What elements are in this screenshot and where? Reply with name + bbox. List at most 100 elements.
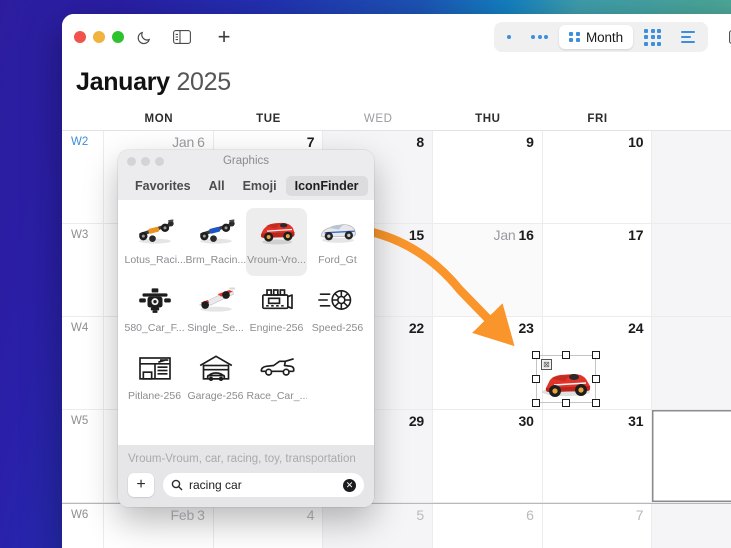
day-number-label: 7 xyxy=(635,507,644,523)
calendar-day-7[interactable]: 7 xyxy=(542,504,653,548)
single-dot-icon xyxy=(507,35,512,39)
view-grid-button[interactable] xyxy=(635,25,670,49)
view-month-button[interactable]: Month xyxy=(559,25,633,49)
weekday-mon: MON xyxy=(144,113,174,125)
icon-result-5[interactable]: Single_Se... xyxy=(185,276,246,344)
580-car-front-icon xyxy=(131,280,179,320)
palette-tab-bar[interactable]: Favorites All Emoji IconFinder xyxy=(118,172,374,200)
resize-handle-bottom-right[interactable] xyxy=(592,399,600,407)
tab-all[interactable]: All xyxy=(200,176,234,196)
day-number-label: Feb 3 xyxy=(170,507,205,523)
icon-result-label: Race_Car_... xyxy=(246,390,307,402)
palette-footer: Vroum-Vroum, car, racing, toy, transport… xyxy=(118,445,374,507)
icon-result-6[interactable]: Engine-256 xyxy=(246,276,307,344)
weekday-sat xyxy=(652,107,731,130)
view-list-button[interactable] xyxy=(672,25,704,49)
resize-handle-top-left[interactable] xyxy=(532,351,540,359)
icon-result-2[interactable]: Vroum-Vro... xyxy=(246,208,307,276)
calendar-day-16[interactable]: Jan 16 xyxy=(433,224,543,316)
icon-result-4[interactable]: 580_Car_F... xyxy=(124,276,185,344)
page-title: January 2025 xyxy=(62,62,731,107)
calendar-day-empty[interactable] xyxy=(652,131,731,223)
calendar-day-10[interactable]: 10 xyxy=(542,131,653,223)
resize-handle-top-center[interactable] xyxy=(562,351,570,359)
view-mode-segmented-control[interactable]: Month xyxy=(494,22,708,52)
icon-result-label: Engine-256 xyxy=(249,322,304,334)
add-event-icon[interactable]: + xyxy=(212,24,236,49)
week-number-w4[interactable]: W4 xyxy=(62,317,104,409)
calendar-day-3[interactable]: Feb 3 xyxy=(104,504,214,548)
calendar-day-empty[interactable] xyxy=(652,317,731,409)
clear-search-icon[interactable]: ✕ xyxy=(343,478,356,492)
calendar-day-empty[interactable] xyxy=(652,504,731,548)
icon-result-label: 580_Car_F... xyxy=(124,322,185,334)
icon-result-1[interactable]: Brm_Racin... xyxy=(185,208,246,276)
tab-favorites[interactable]: Favorites xyxy=(126,176,200,196)
day-number-label: Jan 6 xyxy=(172,134,205,150)
icon-result-10[interactable]: Race_Car_... xyxy=(246,344,307,412)
icon-result-label: Speed-256 xyxy=(311,322,364,334)
palette-minimize-button[interactable] xyxy=(141,157,150,166)
calendar-day-4[interactable]: 4 xyxy=(213,504,324,548)
icon-result-0[interactable]: Lotus_Raci... xyxy=(124,208,185,276)
week-number-w5[interactable]: W5 xyxy=(62,410,104,502)
calendar-day-30[interactable]: 30 xyxy=(433,410,543,502)
view-week-button[interactable] xyxy=(522,25,557,49)
calendar-day-empty[interactable] xyxy=(652,410,731,502)
add-graphic-button[interactable]: + xyxy=(128,473,154,497)
calendar-day-23[interactable]: 23 xyxy=(433,317,543,409)
calendar-day-6[interactable]: 6 xyxy=(433,504,543,548)
brm-racing-car-icon xyxy=(192,212,240,252)
inspector-toggle-icon[interactable] xyxy=(726,25,731,49)
resize-handle-middle-right[interactable] xyxy=(592,375,600,383)
day-number-label: 8 xyxy=(416,134,425,150)
icon-result-9[interactable]: Garage-256 xyxy=(185,344,246,412)
tab-emoji[interactable]: Emoji xyxy=(234,176,286,196)
icon-results-grid: Lotus_Raci... Brm_Racin... Vroum-Vro... … xyxy=(118,200,374,445)
day-number-label: Jan 16 xyxy=(493,227,534,243)
palette-close-button[interactable] xyxy=(127,157,136,166)
sidebar-toggle-icon[interactable] xyxy=(170,25,194,49)
palette-zoom-button[interactable] xyxy=(155,157,164,166)
selected-icon-keywords: Vroum-Vroum, car, racing, toy, transport… xyxy=(128,453,356,465)
moon-icon[interactable] xyxy=(132,25,156,49)
tab-iconfinder[interactable]: IconFinder xyxy=(285,176,368,196)
day-number-label: 15 xyxy=(408,227,425,243)
icon-result-3[interactable]: Ford_Gt xyxy=(307,208,368,276)
search-field[interactable]: racing car ✕ xyxy=(163,473,364,497)
graphics-palette-window: Graphics Favorites All Emoji IconFinder … xyxy=(118,150,374,507)
icon-result-8[interactable]: Pitlane-256 xyxy=(124,344,185,412)
day-number-label: 6 xyxy=(526,507,534,523)
resize-handle-middle-left[interactable] xyxy=(532,375,540,383)
calendar-day-9[interactable]: 9 xyxy=(433,131,543,223)
calendar-day-17[interactable]: 17 xyxy=(542,224,653,316)
close-window-button[interactable] xyxy=(74,31,86,43)
weekday-thu: THU xyxy=(475,113,501,125)
view-day-button[interactable] xyxy=(498,25,520,49)
resize-handle-bottom-center[interactable] xyxy=(562,399,570,407)
icon-result-label: Ford_Gt xyxy=(318,254,357,266)
minimize-window-button[interactable] xyxy=(93,31,105,43)
calendar-day-empty[interactable] xyxy=(652,224,731,316)
zoom-window-button[interactable] xyxy=(112,31,124,43)
icon-result-label: Single_Se... xyxy=(187,322,244,334)
resize-handle-top-right[interactable] xyxy=(592,351,600,359)
calendar-day-31[interactable]: 31 xyxy=(542,410,653,502)
race-car-side-icon xyxy=(253,348,301,388)
day-number-label: 9 xyxy=(526,134,534,150)
calendar-day-5[interactable]: 5 xyxy=(323,504,434,548)
search-input-value[interactable]: racing car xyxy=(189,478,337,492)
day-number-label: 4 xyxy=(306,507,315,523)
icon-result-label: Pitlane-256 xyxy=(127,390,182,402)
week-number-w2[interactable]: W2 xyxy=(62,131,104,223)
resize-handle-bottom-left[interactable] xyxy=(532,399,540,407)
lotus-racing-car-icon xyxy=(131,212,179,252)
week-number-w3[interactable]: W3 xyxy=(62,224,104,316)
week-number-w6[interactable]: W6 xyxy=(62,504,104,548)
icon-result-7[interactable]: Speed-256 xyxy=(307,276,368,344)
three-dots-icon xyxy=(531,35,549,39)
nine-squares-icon xyxy=(644,28,661,46)
day-month-prefix: Feb xyxy=(170,507,195,523)
dropped-graphic-object[interactable]: ⊠ xyxy=(532,351,600,407)
window-titlebar: + Month xyxy=(62,14,731,62)
